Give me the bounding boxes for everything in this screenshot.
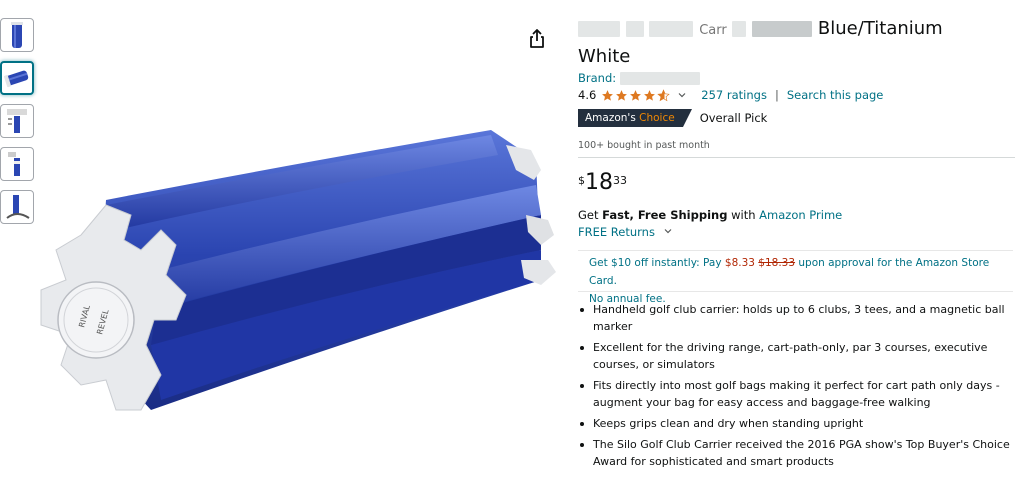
shipping-info: Get Fast, Free Shipping with Amazon Prim… — [578, 208, 842, 222]
redacted-block — [752, 21, 813, 37]
amazons-choice-badge[interactable]: Amazon's Choice — [578, 109, 683, 127]
feature-bullet: Fits directly into most golf bags making… — [580, 377, 1015, 411]
overall-pick-label: Overall Pick — [699, 111, 768, 125]
promo-old-price: $18.33 — [758, 257, 796, 269]
shipping-get: Get — [578, 208, 599, 222]
thumbnail-4[interactable] — [0, 147, 34, 181]
product-main-image[interactable]: RIVAL REVEL — [36, 110, 562, 440]
thumbnail-2[interactable] — [0, 61, 34, 95]
title-line-2: White — [578, 46, 631, 67]
thumbnail-5[interactable] — [0, 190, 34, 224]
redacted-brand — [619, 72, 700, 85]
star-rating-icon[interactable] — [601, 88, 671, 102]
redacted-block — [578, 21, 620, 37]
star-icon — [616, 89, 628, 101]
search-this-page-link[interactable]: Search this page — [787, 88, 884, 102]
badge-choice: Choice — [639, 112, 675, 124]
brand-link[interactable]: Brand: — [578, 71, 700, 85]
star-icon — [644, 89, 656, 101]
star-half-icon — [657, 88, 670, 101]
promo-text: Get $10 off instantly: Pay — [589, 257, 722, 269]
chevron-down-icon[interactable] — [677, 90, 687, 100]
thumbnail-1[interactable] — [0, 18, 34, 52]
star-icon — [630, 89, 642, 101]
feature-bullet: Handheld golf club carrier: holds up to … — [580, 301, 1015, 335]
title-visible-text: Blue/Titanium — [817, 18, 943, 39]
thumbnail-3[interactable] — [0, 104, 34, 138]
free-returns-link[interactable]: FREE Returns — [578, 225, 673, 239]
redacted-block — [649, 21, 694, 37]
shipping-bold: Fast, Free Shipping — [602, 208, 728, 222]
price-symbol: $ — [578, 174, 585, 187]
separator: | — [774, 88, 779, 102]
free-returns-label: FREE Returns — [578, 225, 655, 239]
brand-label: Brand: — [578, 71, 617, 85]
rating-row: 4.6 257 ratings | Search this page — [578, 88, 883, 102]
thumbnail-image — [11, 22, 23, 48]
amazons-choice-row: Amazon's Choice Overall Pick — [578, 109, 767, 127]
badge-tail — [682, 109, 692, 127]
feature-bullet: Excellent for the driving range, cart-pa… — [580, 339, 1015, 373]
price: $ 18 33 — [578, 170, 627, 196]
star-icon — [602, 89, 614, 101]
store-card-promo[interactable]: Get $10 off instantly: Pay $8.33 $18.33 … — [578, 250, 1013, 305]
price-whole: 18 — [585, 170, 613, 195]
rating-value: 4.6 — [578, 88, 597, 102]
ratings-link[interactable]: 257 ratings — [701, 88, 767, 102]
redacted-block — [625, 21, 644, 37]
price-fraction: 33 — [613, 174, 627, 187]
thumbnail-image — [6, 195, 30, 219]
bought-past-month: 100+ bought in past month — [578, 140, 710, 151]
thumbnail-image — [3, 70, 29, 88]
redacted-block — [732, 21, 747, 37]
shipping-with: with — [731, 208, 756, 222]
product-title: Carr Blue/Titanium White — [578, 16, 1015, 70]
promo-new-price: $8.33 — [724, 257, 755, 269]
chevron-down-icon — [664, 229, 672, 234]
share-icon[interactable] — [527, 28, 547, 50]
amazon-prime-link[interactable]: Amazon Prime — [759, 208, 842, 222]
title-fragment: Carr — [699, 23, 727, 38]
thumbnail-image — [8, 152, 20, 176]
badge-prefix: Amazon's — [585, 112, 636, 124]
feature-bullets: Handheld golf club carrier: holds up to … — [578, 301, 1015, 474]
feature-bullet: Keeps grips clean and dry when standing … — [580, 415, 1015, 432]
divider — [578, 157, 1015, 158]
feature-bullet: The Silo Golf Club Carrier received the … — [580, 436, 1015, 470]
thumbnail-image — [7, 109, 27, 133]
